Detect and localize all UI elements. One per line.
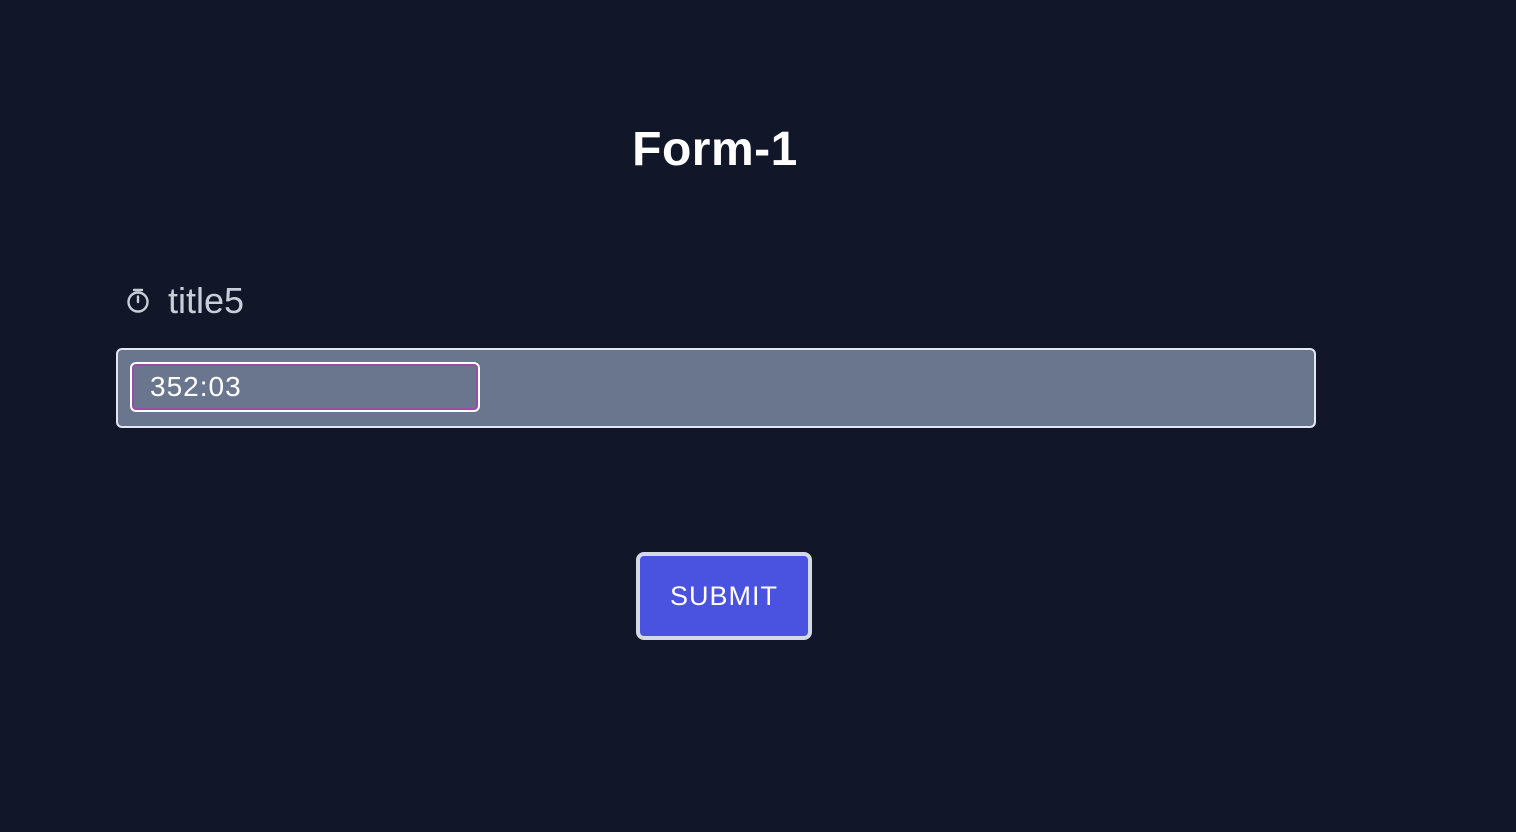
field-label-row: title5 bbox=[124, 280, 244, 322]
form-title: Form-1 bbox=[632, 123, 798, 176]
timer-icon bbox=[124, 287, 152, 315]
field-label: title5 bbox=[168, 280, 245, 321]
time-input[interactable] bbox=[130, 362, 480, 412]
time-field-container bbox=[116, 348, 1316, 428]
submit-button[interactable]: SUBMIT bbox=[636, 552, 812, 640]
